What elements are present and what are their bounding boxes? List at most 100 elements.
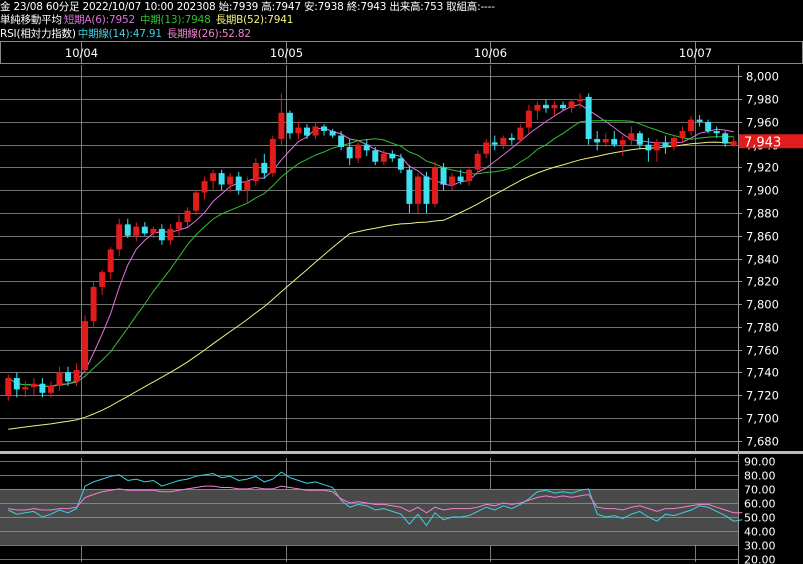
- candle-up: [73, 370, 80, 382]
- rsi-tick-label: 60.00: [744, 498, 776, 511]
- current-price-label: 7,943: [744, 135, 781, 150]
- candle-up: [252, 162, 259, 182]
- candle-up: [414, 176, 421, 204]
- candle-up: [602, 138, 609, 143]
- price-tick-label: 7,780: [746, 321, 779, 335]
- candle-down: [363, 144, 370, 151]
- candle-up: [269, 138, 276, 174]
- candle-down: [696, 119, 703, 122]
- candle-up: [99, 272, 106, 287]
- candle-up: [30, 383, 37, 388]
- candle-up: [90, 286, 97, 322]
- candlestick-chart[interactable]: 8,0007,9807,9607,9407,9207,9007,8807,860…: [0, 0, 803, 564]
- candle-up: [312, 126, 319, 136]
- candle-up: [56, 372, 63, 386]
- candle-up: [671, 137, 677, 147]
- price-tick-label: 8,000: [746, 70, 779, 84]
- rsi-panel: 90.0080.0070.0060.0050.0040.0030.0020.00: [0, 456, 776, 564]
- candle-down: [321, 126, 328, 132]
- candle-down: [235, 176, 242, 191]
- candle-down: [338, 135, 345, 147]
- candle-up: [244, 181, 251, 191]
- rsi-tick-label: 20.00: [744, 554, 776, 564]
- candle-up: [474, 153, 481, 170]
- candle-up: [568, 101, 575, 109]
- price-tick-label: 7,820: [746, 275, 779, 289]
- candle-up: [201, 181, 208, 193]
- price-tick-label: 7,700: [746, 412, 779, 426]
- date-tick-label: 10/04: [65, 46, 98, 60]
- rsi-tick-label: 40.00: [744, 526, 776, 539]
- candle-down: [141, 226, 148, 234]
- candle-up: [227, 176, 234, 185]
- candle-down: [39, 383, 46, 393]
- price-tick-label: 7,740: [746, 366, 779, 380]
- candle-down: [457, 176, 464, 182]
- candle-up: [193, 192, 200, 211]
- candle-down: [508, 137, 515, 141]
- candle-down: [440, 167, 447, 185]
- candle-down: [261, 162, 268, 174]
- candle-down: [662, 142, 669, 147]
- candle-up: [517, 127, 524, 141]
- candle-up: [22, 387, 29, 390]
- candle-down: [329, 131, 336, 136]
- candle-down: [406, 169, 413, 204]
- candle-up: [167, 228, 174, 241]
- candle-up: [466, 169, 473, 182]
- candle-up: [500, 137, 507, 145]
- current-price-tag: 7,943: [739, 134, 803, 150]
- candle-down: [397, 158, 404, 170]
- price-tick-label: 7,980: [746, 93, 779, 107]
- candle-down: [594, 138, 601, 143]
- candle-up: [551, 104, 558, 109]
- candle-up: [210, 173, 217, 182]
- rsi-band: [0, 488, 738, 546]
- date-tick-label: 10/06: [474, 46, 507, 60]
- candle-up: [133, 226, 140, 236]
- candle-up: [534, 104, 541, 111]
- candle-up: [730, 141, 737, 146]
- candle-up: [175, 222, 182, 229]
- candle-up: [483, 142, 490, 154]
- candle-down: [218, 173, 225, 185]
- candle-down: [158, 228, 165, 241]
- price-tick-label: 7,920: [746, 161, 779, 175]
- candle-up: [577, 99, 584, 102]
- candle-up: [150, 228, 157, 234]
- candle-up: [82, 321, 89, 371]
- candle-down: [722, 133, 729, 144]
- date-axis: 10/04 10/05 10/06 10/07: [0, 41, 803, 64]
- candle-up: [355, 144, 362, 159]
- candle-down: [585, 96, 592, 139]
- candle-up: [47, 385, 54, 393]
- candle-down: [286, 112, 293, 134]
- rsi-tick-label: 70.00: [744, 484, 776, 497]
- candle-up: [116, 224, 123, 250]
- candle-down: [636, 133, 643, 145]
- price-tick-label: 7,720: [746, 389, 779, 403]
- rsi-tick-label: 50.00: [744, 512, 776, 525]
- candle-down: [389, 153, 396, 159]
- moving-average-lines: [8, 103, 734, 430]
- candle-up: [184, 210, 191, 223]
- price-tick-label: 7,880: [746, 207, 779, 221]
- candle-up: [628, 133, 635, 141]
- candle-down: [372, 150, 379, 162]
- candle-down: [713, 131, 720, 134]
- candle-down: [491, 142, 498, 145]
- candle-up: [432, 167, 438, 204]
- candle-down: [705, 121, 712, 132]
- price-tick-label: 7,960: [746, 116, 779, 130]
- price-tick-label: 7,680: [746, 435, 779, 449]
- price-tick-label: 7,760: [746, 344, 779, 358]
- candle-down: [346, 146, 353, 159]
- candle-up: [380, 153, 387, 162]
- candle-up: [619, 140, 626, 145]
- price-tick-label: 7,800: [746, 298, 779, 312]
- price-tick-label: 7,840: [746, 253, 779, 267]
- candle-down: [304, 127, 310, 136]
- ma-mid-line: [8, 119, 734, 387]
- candle-up: [679, 131, 686, 138]
- rsi-tick-label: 30.00: [744, 540, 776, 553]
